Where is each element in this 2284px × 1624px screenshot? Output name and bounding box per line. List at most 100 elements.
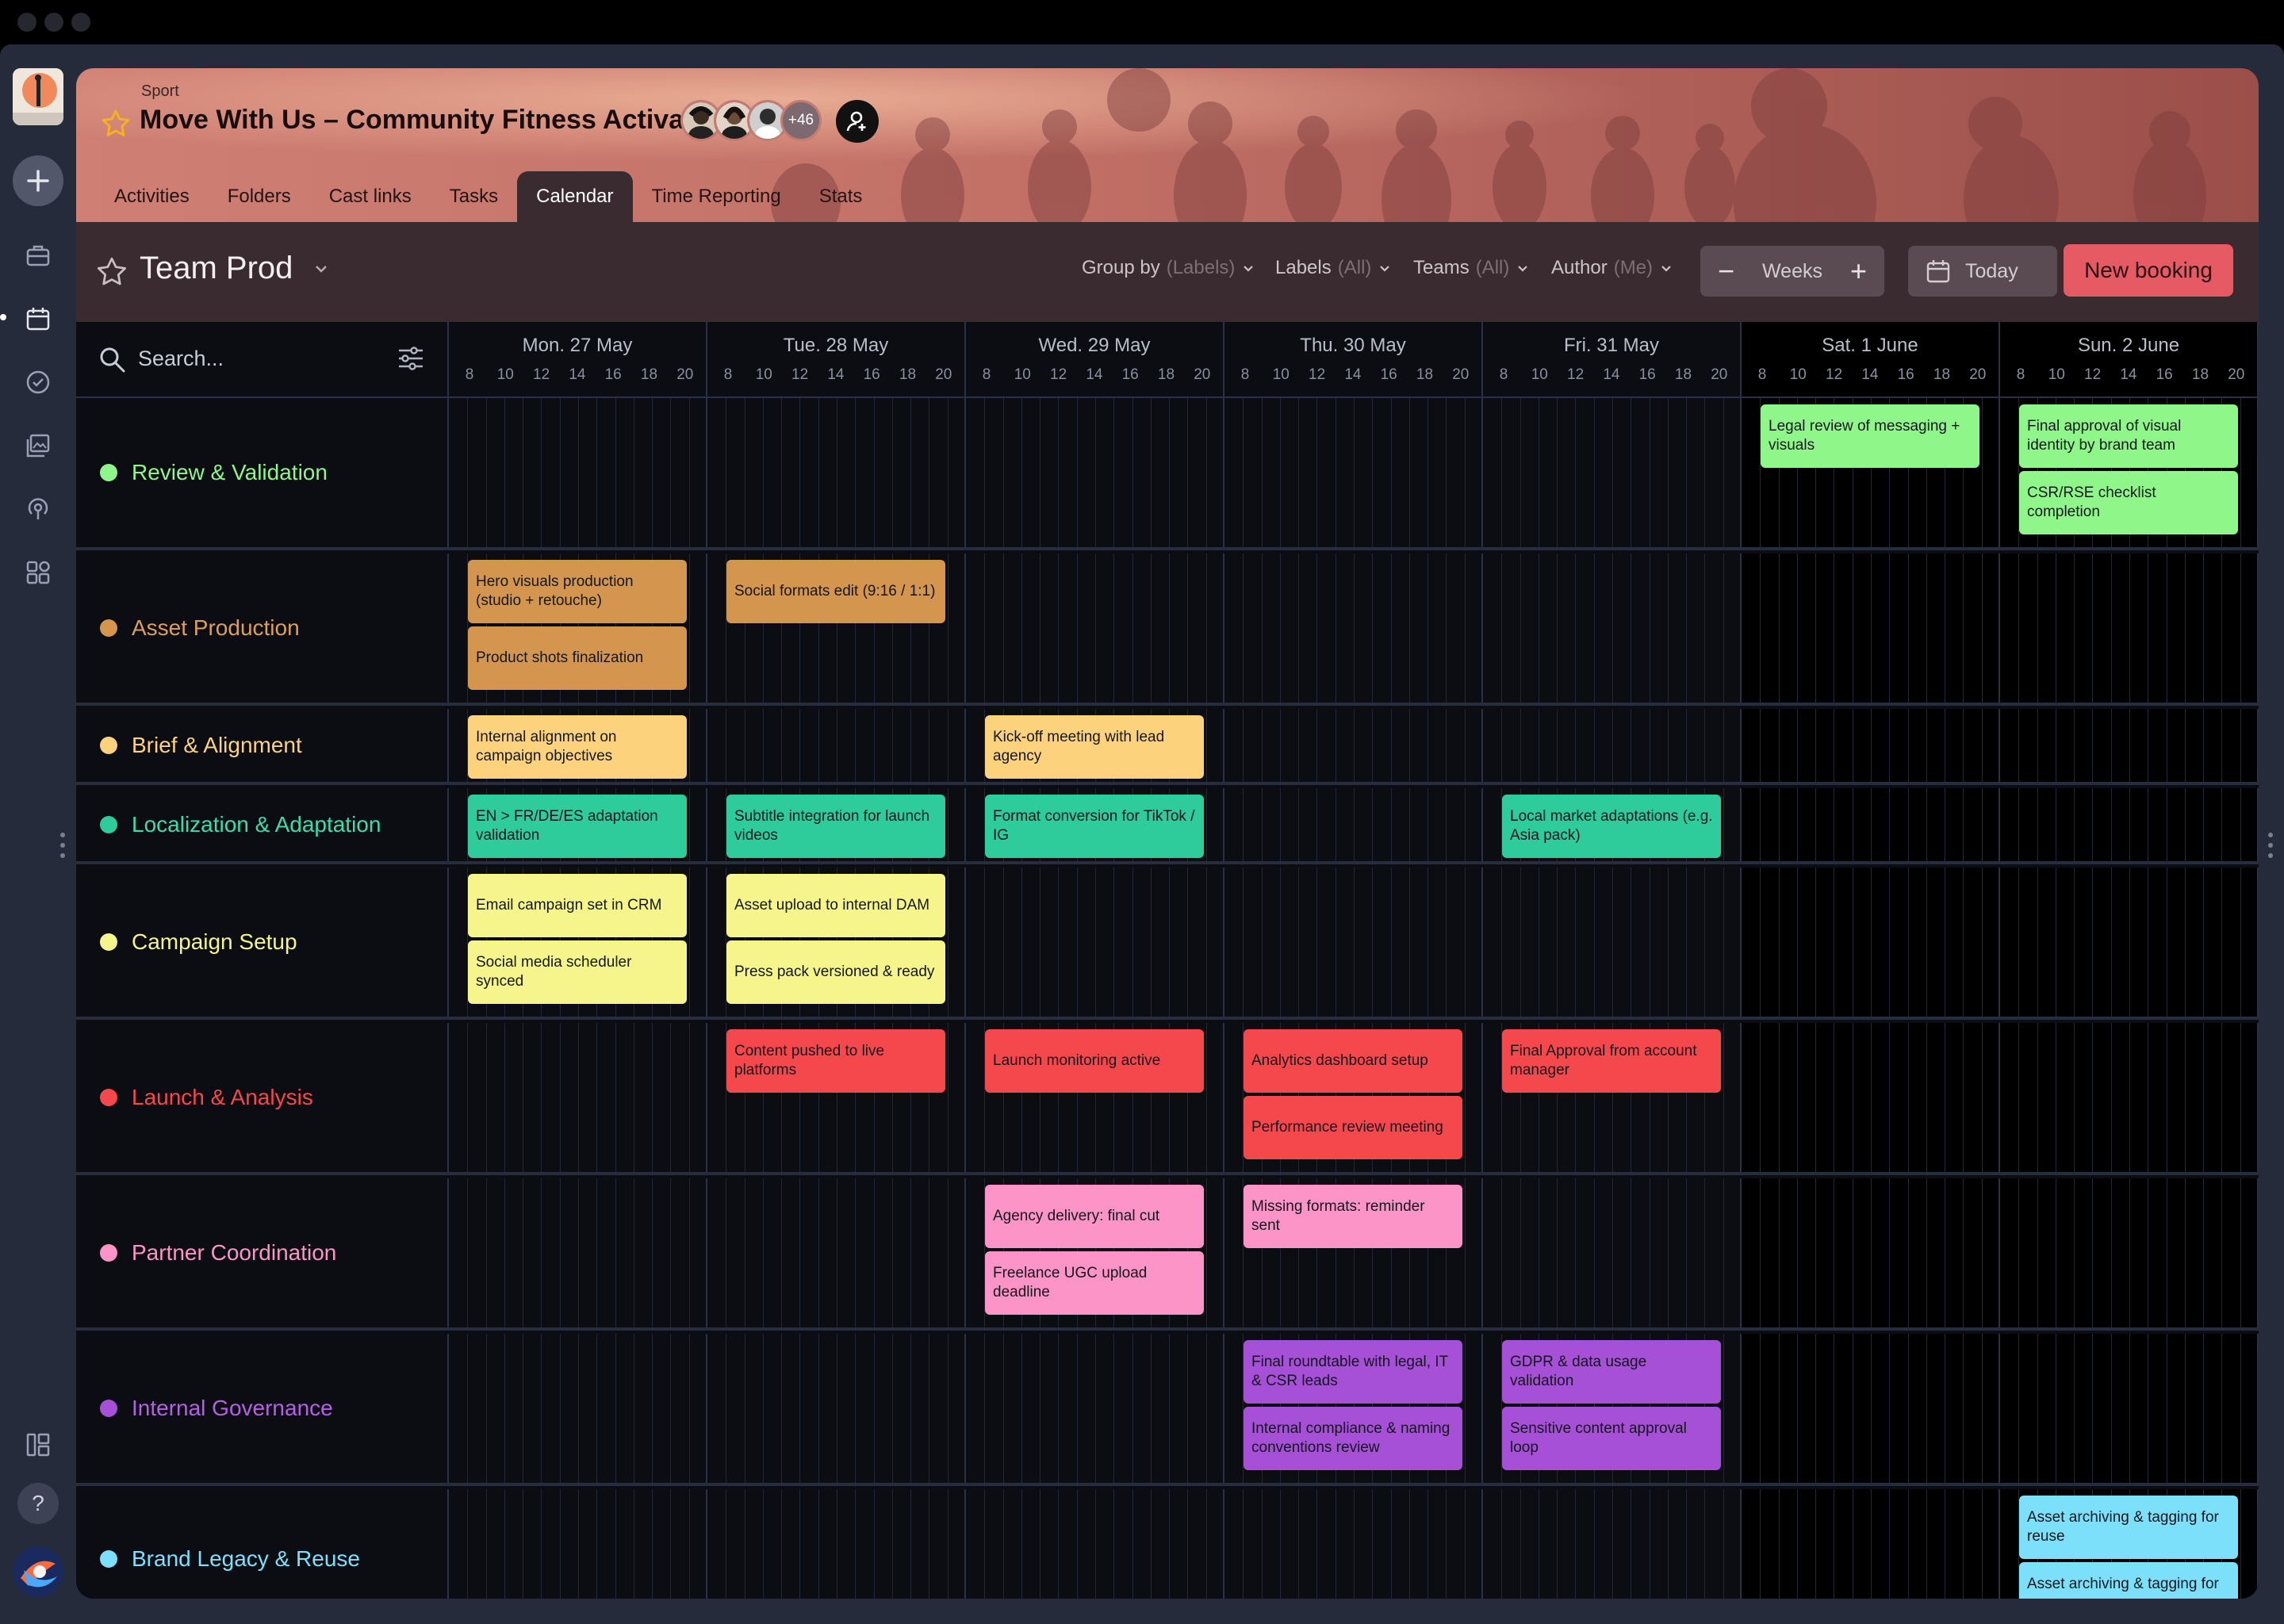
labels-filter[interactable]: Labels (All) [1275, 257, 1392, 279]
day-cell[interactable] [2000, 1334, 2259, 1483]
booking-event[interactable]: Legal review of messaging + visuals [1761, 404, 1979, 468]
group-label[interactable]: Brief & Alignment [76, 709, 449, 782]
booking-event[interactable]: Agency delivery: final cut [985, 1185, 1204, 1248]
booking-event[interactable]: Asset archiving & tagging for reuse [2019, 1496, 2238, 1559]
day-cell[interactable] [707, 398, 966, 547]
window-zoom-button[interactable] [71, 13, 90, 32]
projects-nav-button[interactable] [14, 232, 62, 279]
booking-event[interactable]: Press pack versioned & ready [726, 940, 945, 1004]
day-cell[interactable] [2000, 553, 2259, 703]
booking-event[interactable]: GDPR & data usage validation [1502, 1340, 1721, 1404]
group-label[interactable]: Brand Legacy & Reuse [76, 1489, 449, 1599]
new-booking-button[interactable]: New booking [2064, 244, 2233, 297]
day-title[interactable]: Fri. 31 May [1483, 335, 1740, 357]
booking-event[interactable]: Subtitle integration for launch videos [726, 795, 945, 858]
add-member-button[interactable] [836, 100, 879, 143]
booking-event[interactable]: Format conversion for TikTok / IG [985, 795, 1204, 858]
help-button[interactable]: ? [17, 1483, 59, 1524]
group-label[interactable]: Localization & Adaptation [76, 788, 449, 861]
booking-event[interactable]: Hero visuals production (studio + retouc… [468, 560, 687, 623]
project-members[interactable]: +46 [680, 100, 918, 144]
day-cell[interactable] [1742, 868, 2000, 1017]
group-label[interactable]: Review & Validation [76, 398, 449, 547]
today-button[interactable]: Today [1908, 246, 2057, 297]
booking-event[interactable]: Final roundtable with legal, IT & CSR le… [1244, 1340, 1462, 1404]
day-cell[interactable] [449, 1023, 707, 1172]
day-cell[interactable] [966, 553, 1224, 703]
day-cell[interactable] [1742, 553, 2000, 703]
group-label[interactable]: Campaign Setup [76, 868, 449, 1017]
layout-toggle-button[interactable] [14, 1421, 62, 1469]
tab-time-reporting[interactable]: Time Reporting [633, 171, 800, 222]
filter-sliders-icon[interactable] [397, 344, 425, 373]
day-cell[interactable] [2000, 1178, 2259, 1327]
booking-event[interactable]: Launch monitoring active [985, 1029, 1204, 1093]
day-cell[interactable] [1742, 1178, 2000, 1327]
booking-event[interactable]: CSR/RSE checklist completion [2019, 471, 2238, 534]
tab-stats[interactable]: Stats [800, 171, 882, 222]
day-cell[interactable] [449, 1489, 707, 1599]
day-cell[interactable] [1742, 1334, 2000, 1483]
day-cell[interactable] [1224, 868, 1483, 1017]
group-by-filter[interactable]: Group by (Labels) [1082, 257, 1255, 279]
booking-event[interactable]: Social media scheduler synced [468, 940, 687, 1004]
day-cell[interactable] [966, 868, 1224, 1017]
zoom-in-button[interactable]: + [1850, 255, 1867, 288]
day-cell[interactable] [1742, 1489, 2000, 1599]
day-title[interactable]: Sat. 1 June [1742, 335, 1998, 357]
day-cell[interactable] [449, 1178, 707, 1327]
user-avatar[interactable] [13, 1546, 63, 1597]
tasks-nav-button[interactable] [14, 358, 62, 406]
media-nav-button[interactable] [14, 422, 62, 469]
group-label[interactable]: Asset Production [76, 553, 449, 703]
more-members-badge[interactable]: +46 [780, 100, 822, 141]
author-filter[interactable]: Author (Me) [1551, 257, 1673, 279]
left-resize-handle[interactable] [59, 831, 67, 860]
team-favorite-star-icon[interactable] [95, 255, 128, 289]
day-cell[interactable] [707, 709, 966, 782]
tab-activities[interactable]: Activities [95, 171, 209, 222]
booking-event[interactable]: Final Approval from account manager [1502, 1029, 1721, 1093]
booking-event[interactable]: Internal compliance & naming conventions… [1244, 1407, 1462, 1470]
day-title[interactable]: Sun. 2 June [2000, 335, 2257, 357]
day-cell[interactable] [1224, 398, 1483, 547]
group-label[interactable]: Launch & Analysis [76, 1023, 449, 1172]
booking-event[interactable]: Asset upload to internal DAM [726, 874, 945, 937]
day-cell[interactable] [1483, 1178, 1742, 1327]
favorite-star-icon[interactable] [100, 108, 132, 140]
day-cell[interactable] [966, 1334, 1224, 1483]
day-cell[interactable] [1483, 398, 1742, 547]
window-close-button[interactable] [17, 13, 36, 32]
booking-event[interactable]: Performance review meeting [1244, 1096, 1462, 1159]
booking-event[interactable]: Content pushed to live platforms [726, 1029, 945, 1093]
booking-event[interactable]: Email campaign set in CRM [468, 874, 687, 937]
day-cell[interactable] [966, 1489, 1224, 1599]
booking-event[interactable]: Freelance UGC upload deadline [985, 1251, 1204, 1315]
booking-event[interactable]: Sensitive content approval loop [1502, 1407, 1721, 1470]
day-cell[interactable] [449, 1334, 707, 1483]
booking-event[interactable]: EN > FR/DE/ES adaptation validation [468, 795, 687, 858]
day-cell[interactable] [707, 1178, 966, 1327]
day-cell[interactable] [2000, 709, 2259, 782]
day-cell[interactable] [2000, 868, 2259, 1017]
day-title[interactable]: Tue. 28 May [707, 335, 964, 357]
team-selector[interactable]: Team Prod [140, 251, 293, 286]
booking-event[interactable]: Asset archiving & tagging for reuse [2019, 1562, 2238, 1599]
workspace-logo[interactable] [13, 68, 63, 125]
breadcrumb[interactable]: Sport [141, 82, 179, 101]
broadcast-nav-button[interactable] [14, 485, 62, 533]
tab-calendar[interactable]: Calendar [517, 171, 633, 222]
booking-event[interactable]: Internal alignment on campaign objective… [468, 715, 687, 779]
day-title[interactable]: Mon. 27 May [449, 335, 706, 357]
calendar-nav-button[interactable] [14, 295, 62, 343]
booking-event[interactable]: Social formats edit (9:16 / 1:1) [726, 560, 945, 623]
tab-cast-links[interactable]: Cast links [310, 171, 431, 222]
zoom-out-button[interactable]: − [1718, 255, 1734, 288]
day-cell[interactable] [2000, 788, 2259, 861]
search-input[interactable] [138, 343, 360, 374]
day-cell[interactable] [1742, 788, 2000, 861]
booking-event[interactable]: Kick-off meeting with lead agency [985, 715, 1204, 779]
booking-event[interactable]: Final approval of visual identity by bra… [2019, 404, 2238, 468]
day-cell[interactable] [449, 398, 707, 547]
day-cell[interactable] [707, 1334, 966, 1483]
